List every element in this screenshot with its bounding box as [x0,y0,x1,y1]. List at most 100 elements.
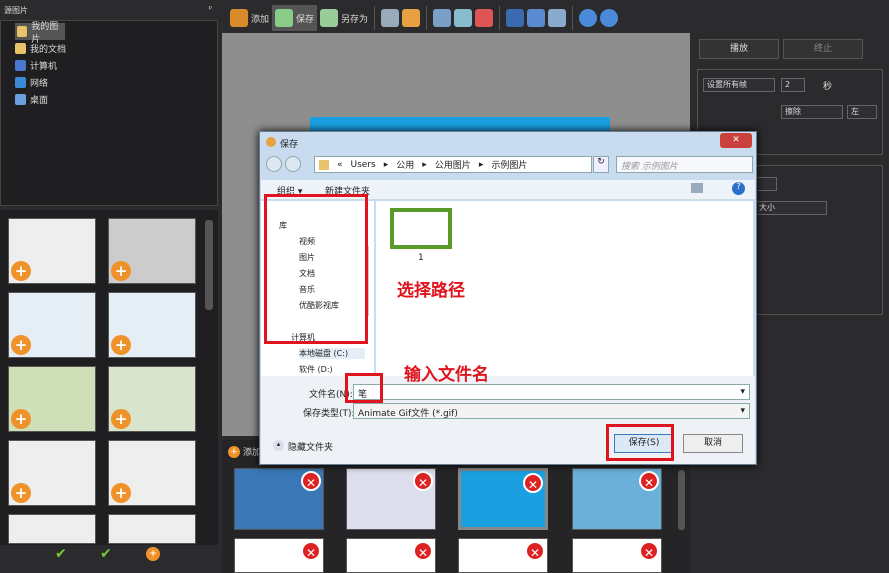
save-as-button[interactable]: 另存为 [341,12,368,25]
tree-item-documents[interactable]: 我的文档 [1,40,217,57]
add-icon[interactable]: + [111,335,131,355]
save-button[interactable]: 保存 [272,5,318,31]
add-all-icon[interactable]: + [146,547,160,561]
delete-icon[interactable]: ✕ [413,541,433,561]
add-button[interactable]: 添加 [251,12,269,25]
frame-thumbnail[interactable]: ✕ [346,538,436,573]
dialog-footer: 文件名(N): 笔 ▾ 保存类型(T): Animate Gif文件 (*.gif… [261,376,755,464]
add-icon[interactable]: + [11,335,31,355]
delete-icon[interactable]: ✕ [639,541,659,561]
search-input[interactable]: 搜索 示例图片 [616,156,753,173]
play-forward-icon[interactable] [527,9,546,27]
thumbnail[interactable] [108,514,196,544]
cut-icon[interactable] [433,9,452,27]
delete-icon[interactable]: ✕ [301,541,321,561]
check-icon[interactable]: ✔ [55,546,67,562]
frame-thumbnail[interactable]: ✕ [234,468,324,530]
seconds-input[interactable]: 2 [781,78,805,92]
stop-button[interactable]: 终止 [783,39,863,59]
filename-input[interactable]: 笔 ▾ [353,384,750,400]
zoom-out-icon[interactable] [600,9,619,27]
zoom-in-icon[interactable] [579,9,598,27]
copy-icon[interactable] [454,9,473,27]
play-button[interactable]: 播放 [699,39,779,59]
separator [572,6,574,30]
thumbnail[interactable]: + [8,440,96,506]
erase-select[interactable]: 擦除 [781,105,843,119]
delete-icon[interactable]: ✕ [523,473,543,493]
thumbnail[interactable]: + [108,440,196,506]
add-icon[interactable]: + [111,261,131,281]
add-frame-button[interactable]: + 添加 [228,445,261,458]
hide-folders-toggle[interactable]: ▴ 隐藏文件夹 [273,440,333,453]
forward-button[interactable] [285,156,301,172]
paste-icon[interactable] [475,9,494,27]
thumbnail[interactable]: + [108,218,196,284]
frame-thumbnail[interactable]: ✕ [572,468,662,530]
breadcrumb-item[interactable]: 公用 [396,158,414,171]
align-select[interactable]: 左 [847,105,877,119]
frame-thumbnail[interactable]: ✕ [234,538,324,573]
toolbar: 添加 保存 另存为 [226,4,622,32]
breadcrumb-item[interactable]: Users [351,160,376,170]
thumbnail[interactable]: + [8,366,96,432]
breadcrumb-overflow[interactable]: « [337,160,343,170]
close-button[interactable]: ✕ [720,133,752,148]
frames-select[interactable]: 设置所有帧 [703,78,775,92]
print-icon[interactable] [381,9,400,27]
check-all-icon[interactable]: ✔ [100,546,112,562]
refresh-button[interactable]: ↻ [593,156,609,173]
add-icon[interactable]: + [11,483,31,503]
add-icon[interactable]: + [111,483,131,503]
add-icon[interactable]: + [111,409,131,429]
nav-drive-d[interactable]: 软件 (D:) [299,364,333,375]
breadcrumb-item[interactable]: 示例图片 [491,158,527,171]
pin-icon[interactable]: ᵖ [209,4,212,13]
frame-thumbnail[interactable]: ✕ [572,538,662,573]
tree-item-network[interactable]: 网络 [1,74,217,91]
flip-icon[interactable] [506,9,525,27]
frame-thumbnail[interactable]: ✕ [346,468,436,530]
frame-thumbnail[interactable]: ✕ [458,538,548,573]
breadcrumb-item[interactable]: 公用图片 [435,158,471,171]
tree-label: 网络 [30,79,49,89]
view-icon[interactable] [691,183,703,193]
strip-scrollbar[interactable] [678,470,685,530]
scrollbar[interactable] [205,220,213,310]
tree-label: 桌面 [30,96,49,106]
delete-icon[interactable]: ✕ [413,471,433,491]
thumbnail[interactable] [8,514,96,544]
email-icon[interactable] [402,9,421,27]
save-as-icon[interactable] [320,9,339,27]
thumbnail[interactable]: + [8,218,96,284]
filetype-select[interactable]: Animate Gif文件 (*.gif) ▾ [353,403,750,419]
file-name[interactable]: 1 [418,253,424,263]
back-button[interactable] [266,156,282,172]
tree-item-computer[interactable]: 计算机 [1,57,217,74]
dialog-cancel-button[interactable]: 取消 [683,434,743,453]
add-icon[interactable]: + [11,261,31,281]
file-thumbnail[interactable] [390,208,452,249]
annotation-box-path [264,194,368,344]
size-select[interactable]: 大小 [755,201,827,215]
address-bar[interactable]: « Users ▸ 公用 ▸ 公用图片 ▸ 示例图片 [314,156,592,173]
rotate-icon[interactable] [548,9,567,27]
mode-select[interactable] [755,177,777,191]
delete-icon[interactable]: ✕ [301,471,321,491]
thumbnail[interactable]: + [108,366,196,432]
hide-folders-label: 隐藏文件夹 [288,443,334,453]
add-image-icon[interactable] [230,9,248,27]
frame-thumbnail-selected[interactable]: ✕ [458,468,548,530]
delete-icon[interactable]: ✕ [639,471,659,491]
tree-item-pictures[interactable]: 我的图片 [15,22,65,45]
thumbnail[interactable]: + [108,292,196,358]
app-icon [266,137,276,147]
delete-icon[interactable]: ✕ [525,541,545,561]
chevron-down-icon[interactable]: ▾ [740,387,745,397]
desktop-icon [15,94,26,105]
tree-item-desktop[interactable]: 桌面 [1,91,217,108]
nav-drive-c[interactable]: 本地磁盘 (C:) [299,348,365,359]
help-icon[interactable]: ? [732,182,745,195]
thumbnail[interactable]: + [8,292,96,358]
add-icon[interactable]: + [11,409,31,429]
